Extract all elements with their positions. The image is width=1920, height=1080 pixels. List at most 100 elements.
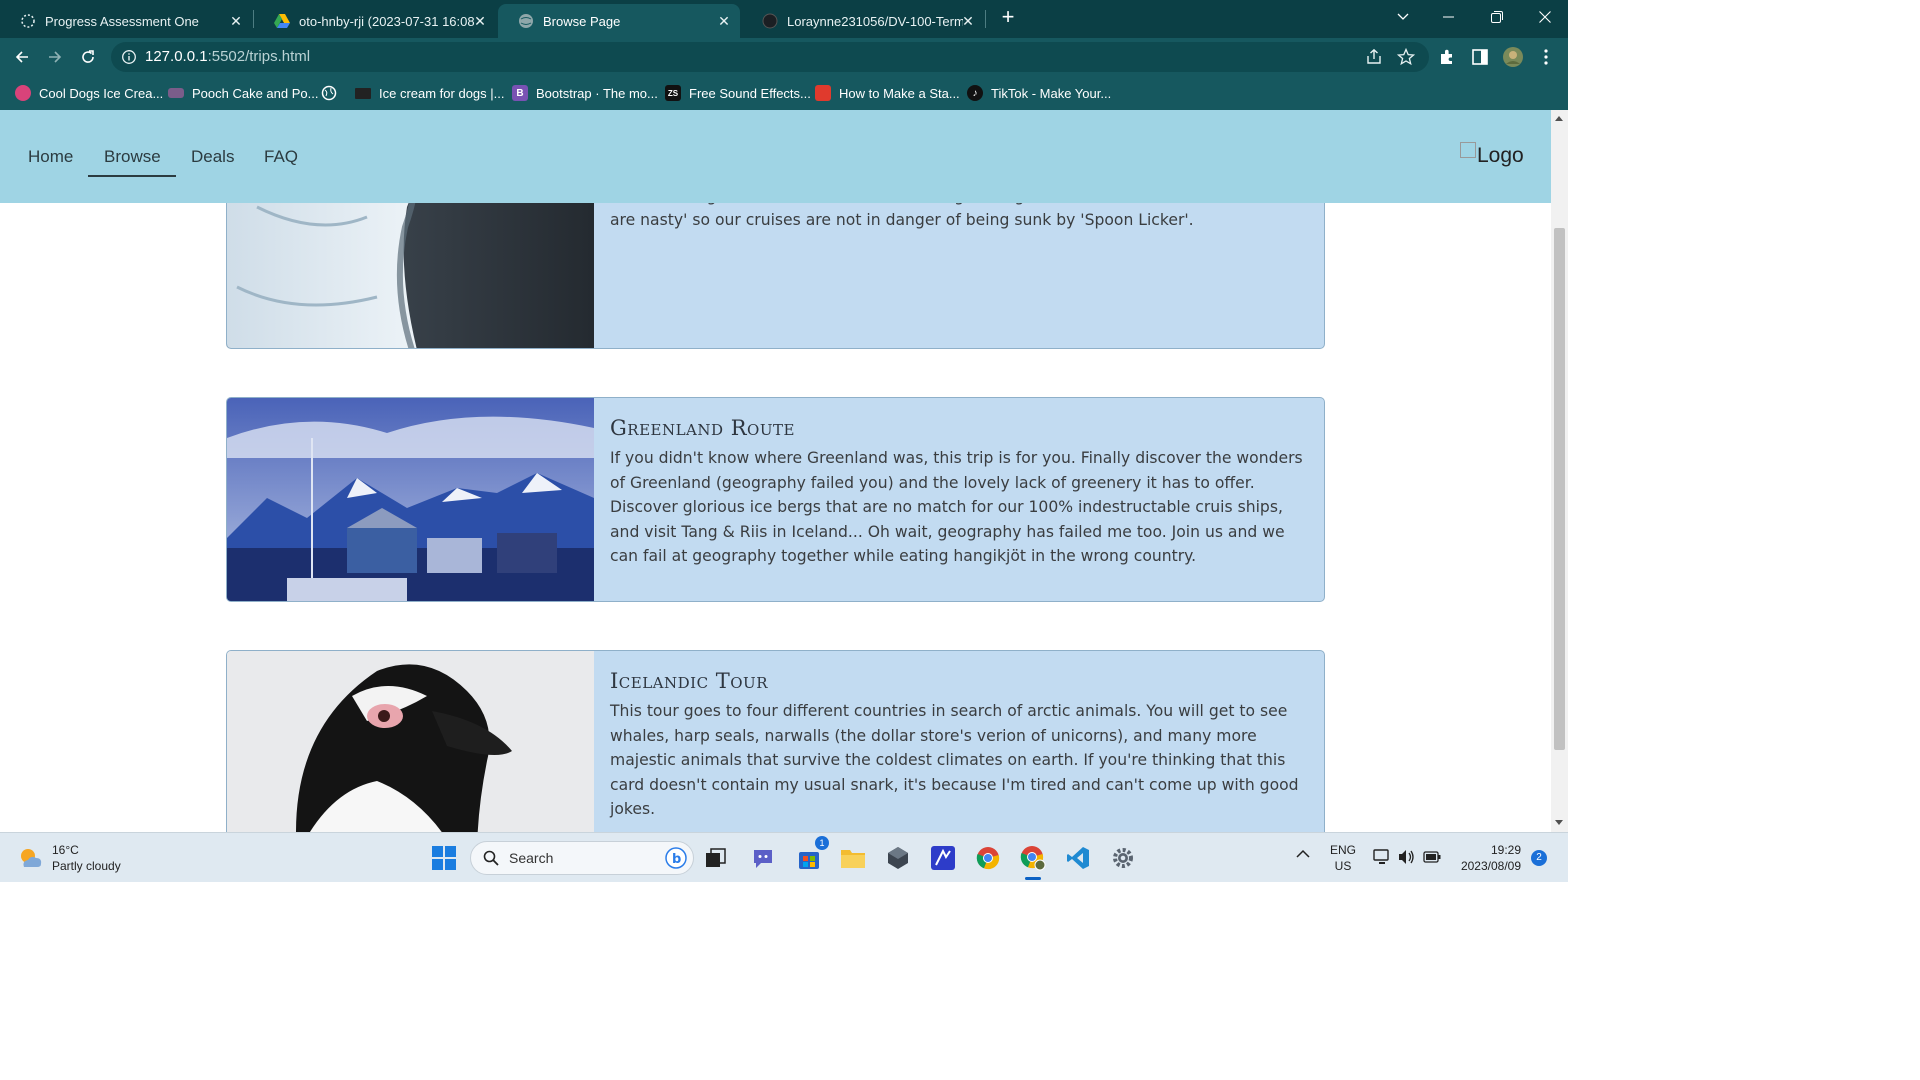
bookmark-label: TikTok - Make Your... (991, 85, 1112, 101)
bookmark-free-sound[interactable]: ZS Free Sound Effects... (665, 83, 811, 103)
trip-description: If you didn't know where Greenland was, … (610, 449, 1303, 565)
taskbar-search[interactable]: Search b (470, 841, 694, 875)
settings-gear-icon[interactable] (1107, 842, 1139, 874)
bookmark-cool-dogs[interactable]: Cool Dogs Ice Crea... (15, 83, 163, 103)
scrollbar-thumb[interactable] (1554, 228, 1565, 750)
notification-count: 2 (1536, 852, 1542, 863)
chrome-profile-icon[interactable] (1017, 842, 1049, 880)
app-cube-icon[interactable] (882, 842, 914, 874)
video-icon (355, 87, 371, 99)
dog-icon (15, 85, 31, 101)
trip-card-body: Icelandic Tour This tour goes to four di… (610, 651, 1304, 822)
broken-image-icon (1460, 142, 1476, 158)
url-text: 127.0.0.1:5502/trips.html (145, 48, 310, 65)
active-nav-indicator (88, 175, 176, 177)
site-info-icon[interactable] (121, 49, 137, 70)
close-tab-icon[interactable]: ✕ (472, 13, 488, 29)
bookmark-star-icon[interactable] (1396, 47, 1416, 71)
bookmark-label: Free Sound Effects... (689, 85, 811, 101)
reload-button[interactable] (75, 44, 101, 70)
profile-avatar[interactable] (1501, 45, 1525, 69)
clock-time: 19:29 (1490, 843, 1521, 857)
svg-text:b: b (672, 852, 681, 867)
chrome-icon[interactable] (972, 842, 1004, 874)
clock[interactable]: 19:29 2023/08/09 (1455, 842, 1521, 874)
tab-search-icon[interactable] (1380, 0, 1426, 34)
scroll-down-arrow-icon[interactable] (1555, 820, 1563, 825)
volume-icon[interactable] (1398, 849, 1416, 869)
tab-progress-assessment[interactable]: Progress Assessment One ✕ (0, 4, 252, 38)
side-panel-icon[interactable] (1468, 45, 1492, 69)
close-tab-icon[interactable]: ✕ (716, 13, 732, 29)
vscode-icon[interactable] (1062, 842, 1094, 874)
new-tab-button[interactable]: + (996, 6, 1020, 30)
site-logo[interactable]: Logo (1460, 142, 1524, 168)
tiktok-icon: ♪ (967, 85, 983, 101)
page-viewport: Home Browse Deals FAQ Logo are nasty' so… (0, 110, 1551, 832)
bookmark-tiktok[interactable]: ♪ TikTok - Make Your... (967, 83, 1111, 103)
browser-toolbar: 127.0.0.1:5502/trips.html (0, 38, 1568, 76)
windows-logo-icon (432, 846, 456, 870)
pooch-icon (168, 88, 184, 98)
tab-google-drive[interactable]: oto-hnby-rji (2023-07-31 16:08 GMT ✕ (254, 4, 496, 38)
close-window-button[interactable] (1522, 0, 1568, 34)
bookmark-ice-cream-dogs[interactable]: Ice cream for dogs |... (355, 83, 504, 103)
url-host: 127.0.0.1 (145, 48, 208, 65)
notification-badge[interactable]: 2 (1531, 850, 1547, 866)
bookmark-bootstrap[interactable]: B Bootstrap · The mo... (512, 83, 658, 103)
nav-home[interactable]: Home (28, 147, 73, 167)
teams-chat-icon[interactable] (747, 842, 779, 874)
trip-description: This tour goes to four different countri… (610, 702, 1299, 818)
temperature: 16°C (52, 843, 79, 857)
task-view-icon[interactable] (700, 842, 732, 874)
nav-faq[interactable]: FAQ (264, 147, 298, 167)
affinity-designer-icon[interactable] (927, 842, 959, 874)
language-indicator[interactable]: ENG US (1330, 842, 1356, 874)
site-navbar: Home Browse Deals FAQ Logo (0, 110, 1551, 203)
nav-browse[interactable]: Browse (104, 147, 161, 167)
tab-browse-page[interactable]: Browse Page ✕ (498, 4, 740, 38)
file-explorer-icon[interactable] (837, 842, 869, 874)
adobe-icon (815, 85, 831, 101)
microsoft-store-icon[interactable]: 1 (793, 836, 829, 874)
loading-spinner-icon (20, 13, 36, 29)
bookmark-how-to-make[interactable]: How to Make a Sta... (815, 83, 960, 103)
forward-button[interactable] (42, 44, 68, 70)
close-tab-icon[interactable]: ✕ (960, 13, 976, 29)
scroll-up-arrow-icon[interactable] (1555, 116, 1563, 121)
address-bar[interactable]: 127.0.0.1:5502/trips.html (111, 42, 1429, 72)
weather-widget[interactable]: 16°C Partly cloudy (18, 842, 121, 874)
network-icon[interactable] (1373, 849, 1391, 869)
tab-title: oto-hnby-rji (2023-07-31 16:08 GMT (299, 13, 475, 29)
show-hidden-icons[interactable] (1296, 847, 1310, 863)
lang-top: ENG (1330, 843, 1357, 857)
extensions-icon[interactable] (1435, 45, 1459, 69)
tab-title: Loraynne231056/DV-100-Term-3 (787, 13, 963, 29)
nav-deals[interactable]: Deals (191, 147, 234, 167)
close-tab-icon[interactable]: ✕ (228, 13, 244, 29)
logo-alt-text: Logo (1477, 144, 1524, 167)
globe-icon (321, 85, 337, 101)
more-menu-icon[interactable] (1534, 45, 1558, 69)
tab-strip: Progress Assessment One ✕ oto-hnby-rji (… (0, 0, 1568, 38)
trip-image-harbor (227, 398, 594, 601)
battery-icon[interactable] (1423, 851, 1441, 867)
zapsplat-icon: ZS (665, 85, 681, 101)
bookmark-label: How to Make a Sta... (839, 85, 960, 101)
bookmark-pooch-cake[interactable]: Pooch Cake and Po... (168, 83, 318, 103)
active-app-indicator (1025, 877, 1041, 880)
back-button[interactable] (9, 44, 35, 70)
trip-card-greenland: Greenland Route If you didn't know where… (226, 397, 1325, 602)
share-icon[interactable] (1365, 48, 1383, 71)
trip-title: Greenland Route (610, 416, 795, 440)
bookmark-globe[interactable] (321, 83, 345, 103)
tab-github-repo[interactable]: Loraynne231056/DV-100-Term-3 ✕ (742, 4, 984, 38)
minimize-button[interactable] (1426, 0, 1472, 34)
weather-condition: Partly cloudy (52, 859, 121, 873)
bootstrap-icon: B (512, 85, 528, 101)
page-scrollbar[interactable] (1551, 110, 1568, 832)
search-icon (483, 850, 499, 866)
start-button[interactable] (428, 842, 460, 874)
restore-button[interactable] (1474, 0, 1520, 34)
bookmark-label: Bootstrap · The mo... (536, 85, 658, 101)
